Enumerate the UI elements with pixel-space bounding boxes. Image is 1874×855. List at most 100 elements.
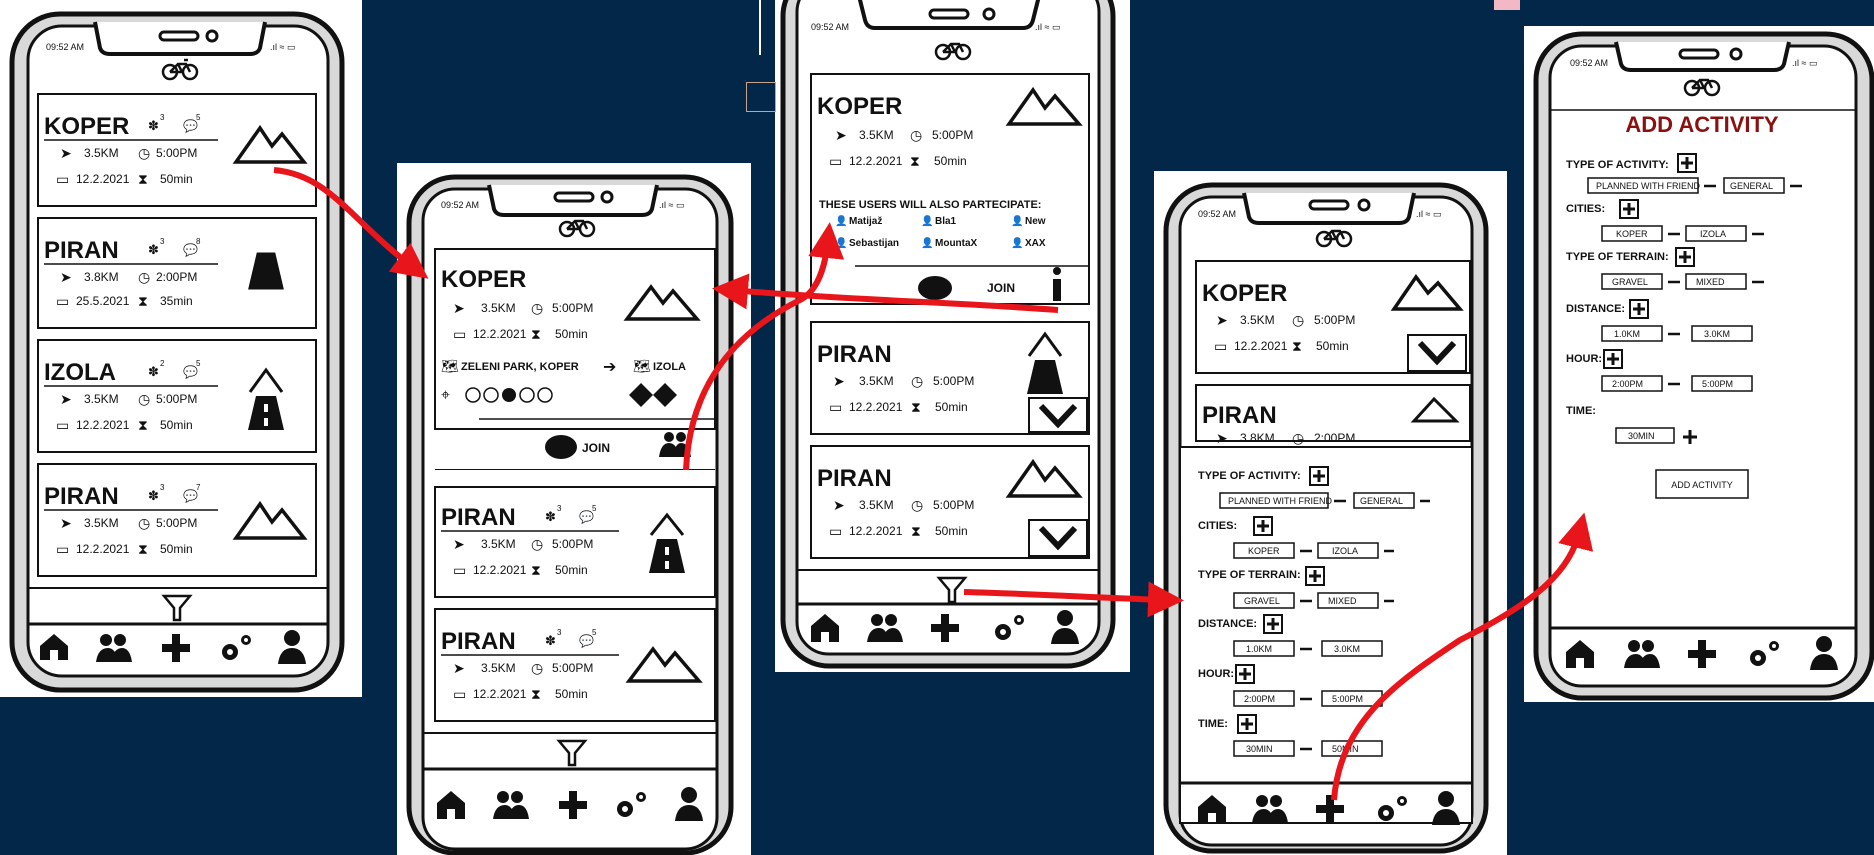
screen-filter: 09:52 AM .ıl ≈ ▭ KOPER ➤ 3.5KM ◷ 5:00PM ▭ 1…: [1154, 171, 1507, 855]
card-distance: 3.8KM: [1240, 431, 1275, 445]
filter-chip[interactable]: 5:00PM: [1332, 694, 1363, 704]
add-city-button[interactable]: [1253, 516, 1273, 536]
time-chip[interactable]: 30MIN: [1628, 431, 1655, 441]
comment-icon[interactable]: [545, 435, 577, 459]
filter-chip[interactable]: 50MIN: [1332, 744, 1359, 754]
filter-terrain-label: TYPE OF TERRAIN:: [1198, 569, 1301, 581]
filter-chip[interactable]: IZOLA: [1332, 546, 1358, 556]
card-time: 5:00PM: [156, 392, 197, 406]
users-count: 3: [160, 237, 165, 246]
screen-activity-list: 09:52 AM .ıl ≈ ▭ KOPER ✽ 3 💬 5 ➤ 3.5KM ◷ 5:0…: [0, 0, 362, 697]
filter-chip[interactable]: 2:00PM: [1244, 694, 1275, 704]
add-terrain-button[interactable]: [1305, 566, 1325, 586]
card-city: PIRAN: [44, 483, 119, 510]
activity-card[interactable]: KOPER ✽3 💬5 ➤ 3.5KM ◷ 5:00PM ▭ 12.2.2021 ⧗ 5…: [37, 93, 317, 207]
svg-text:✽: ✽: [148, 364, 159, 379]
add-type-button[interactable]: [1309, 466, 1329, 486]
card-city: KOPER: [44, 113, 129, 140]
activity-card[interactable]: KOPER ➤ 3.5KM ◷ 5:00PM ▭ 12.2.2021 ⧗ 50min: [1195, 260, 1471, 374]
card-duration: 50min: [555, 563, 588, 577]
card-city: PIRAN: [441, 504, 516, 531]
status-time: 09:52 AM: [441, 200, 479, 210]
filter-chip[interactable]: 1.0KM: [1246, 644, 1272, 654]
activity-card[interactable]: PIRAN ✽3 💬5 ➤ 3.5KM ◷ 5:00PM ▭ 12.2.2021 ⧗ 5…: [434, 608, 716, 722]
card-time: 5:00PM: [932, 128, 973, 142]
participant-name: XAX: [1025, 238, 1046, 249]
activity-card[interactable]: PIRAN ➤ 3.8KM ◷ 2:00PM: [1195, 384, 1471, 446]
activity-card[interactable]: PIRAN ✽3 💬5 ➤ 3.5KM ◷ 5:00PM ▭ 12.2.2021 ⧗ 5…: [434, 486, 716, 598]
card-distance: 3.5KM: [859, 128, 894, 142]
svg-text:➤: ➤: [453, 300, 465, 316]
city-chip[interactable]: IZOLA: [1700, 229, 1726, 239]
join-button[interactable]: JOIN: [582, 441, 610, 455]
filter-chip[interactable]: GRAVEL: [1244, 596, 1280, 606]
participant-name: Matijaž: [849, 216, 882, 227]
svg-text:👤: 👤: [921, 236, 933, 249]
add-city-button[interactable]: [1619, 199, 1639, 219]
svg-text:➤: ➤: [453, 660, 465, 676]
users-count: 2: [160, 359, 165, 368]
add-hour-button[interactable]: [1603, 349, 1623, 369]
card-city: PIRAN: [817, 341, 892, 368]
card-city: PIRAN: [1202, 402, 1277, 429]
svg-text:▭: ▭: [453, 562, 466, 578]
filter-chip[interactable]: KOPER: [1248, 546, 1280, 556]
svg-text:➤: ➤: [1216, 312, 1228, 328]
add-activity-button[interactable]: ADD ACTIVITY: [1655, 469, 1749, 499]
distance-chip[interactable]: 1.0KM: [1614, 329, 1640, 339]
hour-chip[interactable]: 5:00PM: [1702, 379, 1733, 389]
card-city: KOPER: [1202, 280, 1287, 307]
info-icon[interactable]: [1053, 267, 1061, 301]
city-chip[interactable]: KOPER: [1616, 229, 1648, 239]
svg-text:✽: ✽: [148, 242, 159, 257]
filter-chip[interactable]: GENERAL: [1360, 496, 1403, 506]
svg-text:.ıl ≈ ▭: .ıl ≈ ▭: [1416, 209, 1441, 219]
svg-text:✽: ✽: [545, 509, 556, 524]
add-hour-button[interactable]: [1235, 664, 1255, 684]
type-chip[interactable]: GENERAL: [1730, 181, 1773, 191]
filter-chip[interactable]: 30MIN: [1246, 744, 1273, 754]
activity-card[interactable]: PIRAN ➤ 3.5KM ◷ 5:00PM ▭ 12.2.2021 ⧗ 50min: [810, 445, 1090, 559]
terrain-label: TYPE OF TERRAIN:: [1566, 251, 1669, 263]
chevron-down-button[interactable]: [1028, 519, 1088, 557]
comment-icon[interactable]: [918, 276, 952, 300]
filter-chip[interactable]: 3.0KM: [1334, 644, 1360, 654]
hour-chip[interactable]: 2:00PM: [1612, 379, 1643, 389]
comments-count: 5: [196, 359, 201, 368]
crosshair-icon: ⌖: [441, 387, 450, 404]
filter-type-label: TYPE OF ACTIVITY:: [1198, 470, 1301, 482]
chevron-down-button[interactable]: [1407, 334, 1467, 372]
filter-distance-label: DISTANCE:: [1198, 618, 1257, 630]
card-date: 12.2.2021: [76, 418, 130, 432]
activity-card[interactable]: PIRAN ➤ 3.5KM ◷ 5:00PM ▭ 12.2.2021 ⧗ 50min: [810, 321, 1090, 435]
type-chip[interactable]: PLANNED WITH FRIEND: [1596, 181, 1701, 191]
status-time: 09:52 AM: [46, 42, 84, 52]
distance-label: DISTANCE:: [1566, 303, 1625, 315]
svg-text:◷: ◷: [531, 660, 543, 676]
filter-chip[interactable]: PLANNED WITH FRIEND: [1228, 496, 1333, 506]
svg-text:⧗: ⧗: [531, 562, 541, 578]
add-time-button[interactable]: [1237, 714, 1257, 734]
svg-text:◷: ◷: [138, 269, 150, 285]
add-distance-button[interactable]: [1629, 299, 1649, 319]
filter-chip[interactable]: MIXED: [1328, 596, 1357, 606]
activity-card[interactable]: IZOLA ✽2 💬5 ➤ 3.5KM ◷ 5:00PM ▭ 12.2.2021 ⧗ 5…: [37, 339, 317, 453]
terrain-chip[interactable]: MIXED: [1696, 277, 1725, 287]
card-date: 12.2.2021: [849, 400, 903, 414]
add-distance-button[interactable]: [1263, 614, 1283, 634]
join-button[interactable]: JOIN: [987, 281, 1015, 295]
svg-text:👤: 👤: [1011, 236, 1023, 249]
activity-card-expanded[interactable]: KOPER ➤ 3.5KM ◷ 5:00PM ▭ 12.2.2021 ⧗ 50min 🗺…: [434, 248, 716, 430]
card-city: PIRAN: [441, 628, 516, 655]
distance-chip[interactable]: 3.0KM: [1704, 329, 1730, 339]
activity-card-participants[interactable]: KOPER ➤ 3.5KM ◷ 5:00PM ▭ 12.2.2021 ⧗ 50min T…: [810, 73, 1090, 305]
svg-text:➤: ➤: [833, 373, 845, 389]
svg-text:➤: ➤: [60, 515, 72, 531]
activity-card[interactable]: PIRAN ✽3 💬8 ➤ 3.8KM ◷ 2:00PM ▭ 25.5.2021 ⧗ 3…: [37, 217, 317, 329]
add-terrain-button[interactable]: [1675, 247, 1695, 267]
svg-text:▭: ▭: [453, 326, 466, 342]
terrain-chip[interactable]: GRAVEL: [1612, 277, 1648, 287]
activity-card[interactable]: PIRAN ✽3 💬7 ➤ 3.5KM ◷ 5:00PM ▭ 12.2.2021 ⧗ 5…: [37, 463, 317, 577]
chevron-down-button[interactable]: [1028, 397, 1088, 433]
add-type-button[interactable]: [1677, 153, 1697, 173]
